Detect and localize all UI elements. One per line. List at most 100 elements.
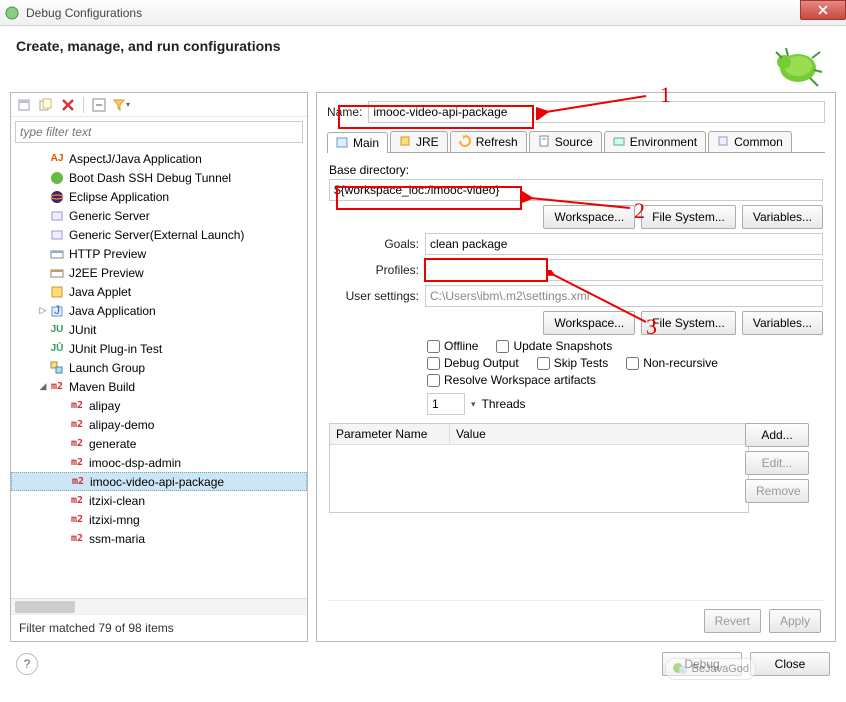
m2-icon: m2 — [49, 379, 65, 395]
tab-label: Source — [555, 135, 593, 149]
tree-item[interactable]: JŪJUnit Plug-in Test — [11, 339, 307, 358]
remove-param-button[interactable]: Remove — [745, 479, 809, 503]
tab-icon — [538, 135, 552, 149]
tab-source[interactable]: Source — [529, 131, 602, 152]
config-tree-pane: ▾ AJAspectJ/Java ApplicationBoot Dash SS… — [10, 92, 308, 642]
tree-item[interactable]: m2generate — [11, 434, 307, 453]
tab-environment[interactable]: Environment — [604, 131, 706, 152]
tree-item-label: Java Application — [69, 304, 156, 318]
tab-refresh[interactable]: Refresh — [450, 131, 527, 152]
tree-item[interactable]: Generic Server — [11, 206, 307, 225]
tree-item[interactable]: m2imooc-video-api-package — [11, 472, 307, 491]
param-name-header: Parameter Name — [330, 424, 450, 444]
tab-main[interactable]: Main — [327, 132, 388, 153]
expand-icon[interactable] — [90, 96, 108, 114]
variables-button-2[interactable]: Variables... — [742, 311, 823, 335]
tree-item[interactable]: m2ssm-maria — [11, 529, 307, 548]
srv-icon — [49, 208, 65, 224]
revert-button[interactable]: Revert — [704, 609, 761, 633]
offline-checkbox[interactable]: Offline — [427, 339, 478, 353]
tree-item[interactable]: ◢m2Maven Build — [11, 377, 307, 396]
tree-item[interactable]: Generic Server(External Launch) — [11, 225, 307, 244]
tree-item-label: Java Applet — [69, 285, 131, 299]
name-input[interactable] — [368, 101, 825, 123]
tree-item[interactable]: J2EE Preview — [11, 263, 307, 282]
goals-input[interactable] — [425, 233, 823, 255]
close-button[interactable] — [800, 0, 846, 20]
tree-item[interactable]: HTTP Preview — [11, 244, 307, 263]
delete-icon[interactable] — [59, 96, 77, 114]
tree-item-label: Generic Server(External Launch) — [69, 228, 244, 242]
tree-item-label: Maven Build — [69, 380, 135, 394]
close-dialog-button[interactable]: Close — [750, 652, 830, 676]
detail-tabs: Main JRE Refresh Source Environment Common — [327, 131, 825, 153]
tree-item-label: JUnit — [69, 323, 96, 337]
tree-item[interactable]: m2itzixi-mng — [11, 510, 307, 529]
filter-icon[interactable]: ▾ — [112, 96, 130, 114]
tree-item[interactable]: m2itzixi-clean — [11, 491, 307, 510]
base-dir-input[interactable] — [329, 179, 823, 201]
tree-item[interactable]: m2 imooc-dsp-admin — [11, 453, 307, 472]
http-icon — [49, 246, 65, 262]
skip-tests-checkbox[interactable]: Skip Tests — [537, 356, 608, 370]
tab-label: JRE — [416, 135, 439, 149]
filter-input[interactable] — [15, 121, 303, 143]
profiles-input[interactable] — [425, 259, 823, 281]
aj-icon: AJ — [49, 151, 65, 167]
tree-hscroll[interactable] — [11, 598, 307, 614]
tree-item[interactable]: AJAspectJ/Java Application — [11, 149, 307, 168]
update-snapshots-checkbox[interactable]: Update Snapshots — [496, 339, 612, 353]
j2ee-icon — [49, 265, 65, 281]
boot-icon — [49, 170, 65, 186]
window-icon — [4, 5, 20, 21]
param-value-header: Value — [450, 424, 748, 444]
apply-button[interactable]: Apply — [769, 609, 821, 633]
name-label: Name: — [327, 105, 362, 119]
filter-status: Filter matched 79 of 98 items — [11, 614, 307, 641]
m2-icon: m2 — [69, 493, 85, 509]
help-icon[interactable]: ? — [16, 653, 38, 675]
header-title: Create, manage, and run configurations — [16, 38, 830, 54]
m2-icon: m2 — [69, 455, 85, 471]
tree-item[interactable]: Boot Dash SSH Debug Tunnel — [11, 168, 307, 187]
parameter-table[interactable]: Parameter Name Value — [329, 423, 749, 513]
debug-output-checkbox[interactable]: Debug Output — [427, 356, 519, 370]
new-config-icon[interactable] — [15, 96, 33, 114]
m2-icon: m2 — [70, 474, 86, 490]
tree-item[interactable]: m2alipay — [11, 396, 307, 415]
tree-item-label: JUnit Plug-in Test — [69, 342, 162, 356]
ju-icon: JU — [49, 322, 65, 338]
non-recursive-checkbox[interactable]: Non-recursive — [626, 356, 718, 370]
tree-item-label: imooc-dsp-admin — [89, 456, 181, 470]
tab-icon — [399, 135, 413, 149]
tab-label: Refresh — [476, 135, 518, 149]
variables-button[interactable]: Variables... — [742, 205, 823, 229]
tab-label: Environment — [630, 135, 697, 149]
tab-jre[interactable]: JRE — [390, 131, 448, 152]
workspace-button-2[interactable]: Workspace... — [543, 311, 635, 335]
edit-param-button[interactable]: Edit... — [745, 451, 809, 475]
add-param-button[interactable]: Add... — [745, 423, 809, 447]
tree-toolbar: ▾ — [11, 93, 307, 117]
tree-item[interactable]: Launch Group — [11, 358, 307, 377]
workspace-button[interactable]: Workspace... — [543, 205, 635, 229]
watermark: BeJavaGod — [665, 658, 756, 680]
filesystem-button[interactable]: File System... — [641, 205, 736, 229]
duplicate-icon[interactable] — [37, 96, 55, 114]
tree-item[interactable]: Eclipse Application — [11, 187, 307, 206]
tab-icon — [459, 135, 473, 149]
grp-icon — [49, 360, 65, 376]
tree-item[interactable]: ▷JJava Application — [11, 301, 307, 320]
tab-common[interactable]: Common — [708, 131, 792, 152]
tree-item[interactable]: m2alipay-demo — [11, 415, 307, 434]
config-tree[interactable]: AJAspectJ/Java ApplicationBoot Dash SSH … — [11, 147, 307, 598]
filesystem-button-2[interactable]: File System... — [641, 311, 736, 335]
threads-spinner[interactable] — [427, 393, 465, 415]
user-settings-input[interactable] — [425, 285, 823, 307]
svg-text:J: J — [54, 304, 60, 317]
tree-item[interactable]: JU JUnit — [11, 320, 307, 339]
java-icon: J — [49, 303, 65, 319]
tree-item-label: J2EE Preview — [69, 266, 144, 280]
resolve-workspace-checkbox[interactable]: Resolve Workspace artifacts — [427, 373, 596, 387]
tree-item[interactable]: Java Applet — [11, 282, 307, 301]
